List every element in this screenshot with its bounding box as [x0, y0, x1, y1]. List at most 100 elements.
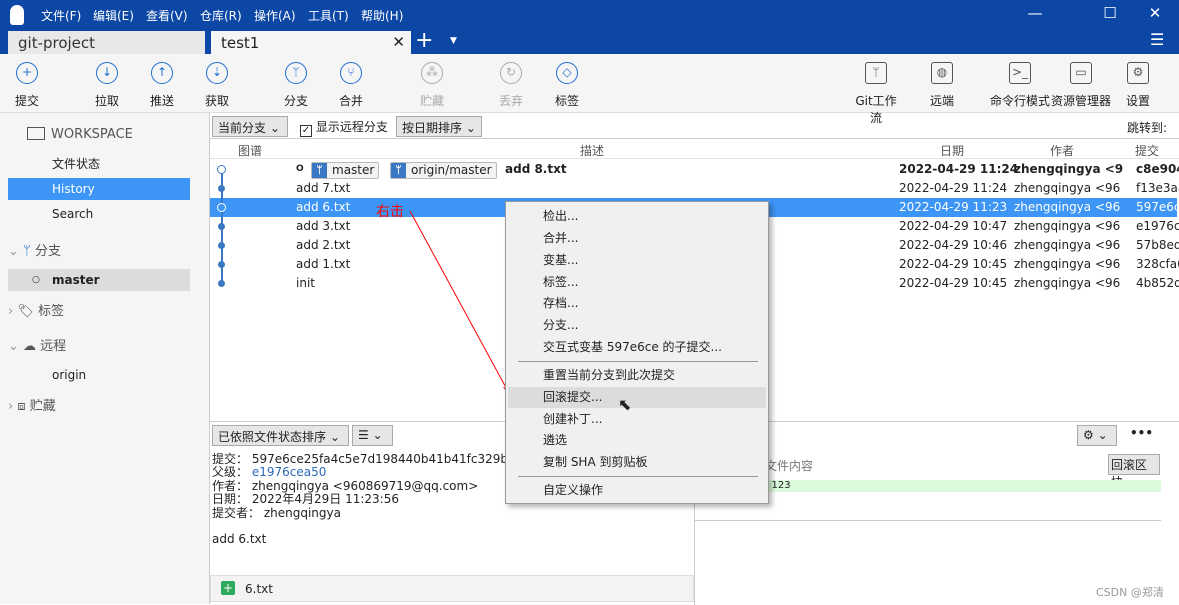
stash-icon: ⁂ [421, 62, 443, 84]
fetch-icon: ⇣ [206, 62, 228, 84]
workspace-label: WORKSPACE [51, 127, 133, 142]
arrow-up-circle-icon: ↑ [151, 62, 173, 84]
discard-button[interactable]: ↻ 丢弃 [485, 62, 537, 109]
context-menu-item[interactable]: 变基... [508, 250, 766, 271]
diff-divider [695, 520, 1161, 521]
graph-node [218, 242, 225, 249]
sidebar: WORKSPACE 文件状态 History Search ⌄ ᛘ 分支 ○ ma… [0, 113, 210, 604]
watermark: CSDN @郑清 [1096, 586, 1164, 599]
tags-label: 标签 [38, 304, 65, 319]
menu-separator [518, 476, 758, 477]
tag-button[interactable]: ◇ 标签 [541, 62, 593, 109]
context-menu-item[interactable]: 创建补丁... [508, 409, 766, 430]
sidebar-item-master[interactable]: ○ master [8, 269, 190, 291]
merge-button[interactable]: ⑂ 合并 [325, 62, 377, 109]
tab-git-project[interactable]: git-project [8, 31, 205, 54]
detail-parent-label: 父级： [212, 465, 252, 480]
context-menu-item[interactable]: 交互式变基 597e6ce 的子提交... [508, 337, 766, 358]
diff-header: 文件内容 [765, 459, 814, 473]
plus-circle-button[interactable]: + 提交 [1, 62, 53, 109]
detail-author: 作者： zhengqingya <960869719@qq.com> [212, 478, 479, 493]
terminal-icon: >_ [1009, 62, 1031, 84]
arrow-down-circle-button[interactable]: ↓ 拉取 [81, 62, 133, 109]
graph-node [218, 223, 225, 230]
menu-3[interactable]: 仓库(R) [200, 7, 242, 24]
button-label: 合并 [338, 94, 363, 108]
detail-date: 日期： 2022年4月29日 11:23:56 [212, 492, 399, 507]
menu-5[interactable]: 工具(T) [308, 7, 349, 24]
tab-test1[interactable]: test1 ✕ [211, 31, 411, 54]
button-label: 资源管理器 [1050, 94, 1111, 108]
revert-hunk-button[interactable]: 回滚区块 [1108, 454, 1160, 489]
remotes-header[interactable]: ⌄ ☁ 远程 [8, 335, 66, 359]
sidebar-item-origin[interactable]: origin [8, 364, 190, 386]
menu-separator [518, 361, 758, 362]
sidebar-item-file-status[interactable]: 文件状态 [8, 153, 190, 175]
commit-message: add 6.txt [212, 532, 267, 547]
parent-link[interactable]: e1976cea50 [252, 465, 327, 479]
tag-icon: ◇ [556, 62, 578, 84]
remotes-label: 远程 [40, 339, 67, 354]
new-tab-plus-icon[interactable]: + [415, 28, 433, 53]
gear-icon: ⚙ [1127, 62, 1149, 84]
sidebar-item-history[interactable]: History [8, 178, 190, 200]
context-menu-item[interactable]: 回滚提交... [508, 387, 766, 408]
file-sort-dropdown[interactable]: 已依照文件状态排序 ⌄ [212, 425, 349, 446]
stashes-header[interactable]: › ⧈ 贮藏 [8, 395, 56, 419]
menu-0[interactable]: 文件(F) [41, 7, 81, 24]
tab-dropdown-icon[interactable]: ▼ [450, 36, 457, 46]
close-tab-icon[interactable]: ✕ [392, 33, 405, 51]
minimize-icon[interactable]: — [1020, 4, 1050, 22]
branches-header[interactable]: ⌄ ᛘ 分支 [8, 240, 61, 264]
context-menu-item[interactable]: 重置当前分支到此次提交 [508, 365, 766, 386]
menu-2[interactable]: 查看(V) [146, 7, 188, 24]
file-name: 6.txt [245, 582, 273, 596]
discard-icon: ↻ [500, 62, 522, 84]
fetch-button[interactable]: ⇣ 获取 [191, 62, 243, 109]
context-menu-item[interactable]: 标签... [508, 272, 766, 293]
view-mode-dropdown[interactable]: ☰ ⌄ [352, 425, 393, 446]
stash-button[interactable]: ⁂ 贮藏 [406, 62, 458, 109]
stashes-label: 贮藏 [29, 399, 56, 414]
sidebar-item-search[interactable]: Search [8, 203, 190, 225]
arrow-up-circle-button[interactable]: ↑ 推送 [136, 62, 188, 109]
merge-icon: ⑂ [340, 62, 362, 84]
hamburger-menu-icon[interactable]: ☰ [1150, 30, 1164, 49]
context-menu-item[interactable]: 存档... [508, 293, 766, 314]
context-menu-item[interactable]: 遴选 [508, 430, 766, 451]
button-label: 设置 [1125, 94, 1150, 108]
folder-button[interactable]: ▭ 资源管理器 [1046, 62, 1116, 109]
maximize-icon[interactable]: ☐ [1095, 4, 1125, 22]
context-menu-item[interactable]: 检出... [508, 206, 766, 227]
menu-6[interactable]: 帮助(H) [361, 7, 403, 24]
context-menu-item[interactable]: 分支... [508, 315, 766, 336]
mouse-cursor-icon: ⬉ [618, 395, 632, 414]
terminal-button[interactable]: >_ 命令行模式 [990, 62, 1050, 109]
close-window-icon[interactable]: ✕ [1140, 4, 1170, 22]
tab-label: test1 [221, 34, 260, 52]
graph-node [218, 261, 225, 268]
file-list-item[interactable]: +6.txt [210, 575, 694, 602]
context-menu-item[interactable]: 自定义操作 [508, 480, 766, 501]
tags-header[interactable]: › 🏷 标签 [8, 300, 64, 324]
button-label: 丢弃 [498, 94, 523, 108]
graph-node [217, 165, 226, 174]
arrow-down-circle-icon: ↓ [96, 62, 118, 84]
button-label: 分支 [283, 94, 308, 108]
branch-button[interactable]: ᛘ 分支 [270, 62, 322, 109]
context-menu-item[interactable]: 复制 SHA 到剪贴板 [508, 452, 766, 473]
commit-details: 提交： 597e6ce25fa4c5e7d198440b41b41fc329ba… [212, 452, 531, 547]
file-sort-label: 已依照文件状态排序 [218, 430, 327, 444]
context-menu-item[interactable]: 合并... [508, 228, 766, 249]
gear-button[interactable]: ⚙ 设置 [1112, 62, 1164, 109]
more-options-icon[interactable]: ••• [1130, 426, 1153, 440]
graph-node [217, 203, 226, 212]
globe-button[interactable]: ◍ 远端 [916, 62, 968, 109]
diff-settings-button[interactable]: ⚙ ⌄ [1077, 425, 1117, 446]
toolbar: + 提交 ↓ 拉取 ↑ 推送 ⇣ 获取 ᛘ 分支 ⑂ 合并 ⁂ 贮藏 ↻ 丢弃 ◇ 标签 ᛘ Git工作流 ◍ 远端 >_ 命… [0, 54, 1179, 125]
detail-committer: 提交者： zhengqingya [212, 505, 341, 520]
globe-icon: ◍ [931, 62, 953, 84]
menu-1[interactable]: 编辑(E) [93, 7, 134, 24]
detail-commit: 提交： 597e6ce25fa4c5e7d198440b41b41fc329ba… [212, 452, 531, 466]
menu-4[interactable]: 操作(A) [254, 7, 296, 24]
